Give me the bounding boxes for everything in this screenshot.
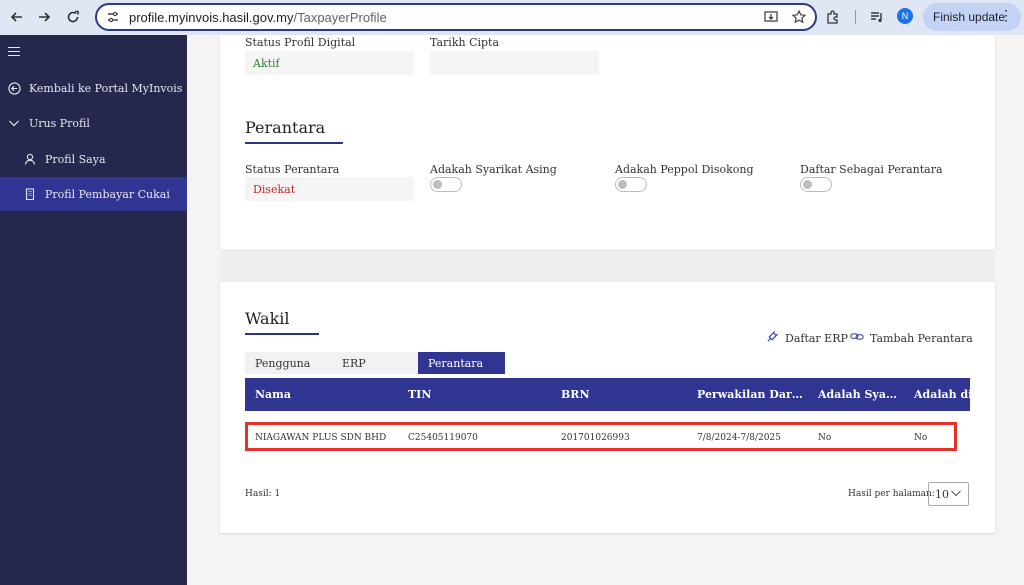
back-icon[interactable] bbox=[6, 6, 28, 28]
sidebar-item-label: Profil Saya bbox=[45, 152, 106, 166]
browser-toolbar: profile.myinvois.hasil.gov.my/TaxpayerPr… bbox=[0, 0, 1024, 35]
daftar-erp-button[interactable]: Daftar ERP bbox=[766, 330, 848, 346]
building-icon bbox=[23, 187, 37, 201]
hamburger-menu-icon[interactable] bbox=[8, 47, 20, 59]
cell-nama: NIAGAWAN PLUS SDN BHD bbox=[255, 433, 387, 443]
foreign-company-toggle[interactable] bbox=[430, 177, 462, 192]
tab-label: Pengguna bbox=[255, 356, 311, 370]
sidebar-item-urus-profil[interactable]: Urus Profil bbox=[0, 106, 187, 140]
wakil-tabs: Pengguna ERP Perantara bbox=[245, 352, 505, 374]
perantara-status-value: Disekat bbox=[245, 177, 414, 201]
finish-update-button[interactable]: Finish update ⋮ bbox=[923, 3, 1021, 31]
column-header-syarikat-asing[interactable]: Adalah Syari… bbox=[818, 388, 898, 401]
sidebar-item-profil-pembayar-cukai[interactable]: Profil Pembayar Cukai bbox=[0, 177, 187, 211]
peppol-supported-label: Adakah Peppol Disokong bbox=[615, 163, 754, 176]
arrow-left-circle-icon bbox=[7, 81, 21, 95]
column-header-tin[interactable]: TIN bbox=[408, 388, 548, 401]
register-intermediary-toggle[interactable] bbox=[800, 177, 832, 192]
cell-disokong: No bbox=[914, 433, 928, 443]
toolbar-divider bbox=[855, 10, 856, 24]
profile-avatar[interactable]: N bbox=[897, 8, 913, 24]
tab-label: Perantara bbox=[428, 356, 484, 370]
link-icon bbox=[850, 330, 864, 346]
tambah-perantara-label: Tambah Perantara bbox=[870, 331, 973, 345]
daftar-erp-label: Daftar ERP bbox=[785, 331, 848, 345]
column-header-brn[interactable]: BRN bbox=[561, 388, 691, 401]
plug-icon bbox=[766, 330, 779, 346]
user-icon bbox=[23, 152, 37, 166]
wakil-card: Wakil Daftar ERP Tambah Perantara Penggu… bbox=[220, 282, 995, 533]
sidebar-item-profil-saya[interactable]: Profil Saya bbox=[0, 142, 187, 176]
per-page-select[interactable]: 10 bbox=[928, 482, 969, 506]
sidebar-item-back-portal[interactable]: Kembali ke Portal MyInvois bbox=[0, 71, 187, 105]
result-count: Hasil: 1 bbox=[245, 489, 281, 499]
chevron-down-icon bbox=[7, 116, 21, 130]
url-host: profile.myinvois.hasil.gov.my bbox=[129, 9, 294, 25]
sidebar: Kembali ke Portal MyInvois Urus Profil P… bbox=[0, 35, 187, 585]
sidebar-item-label: Kembali ke Portal MyInvois bbox=[29, 81, 183, 95]
per-page-value: 10 bbox=[935, 487, 949, 501]
forward-icon[interactable] bbox=[33, 6, 55, 28]
tab-pengguna[interactable]: Pengguna bbox=[245, 352, 332, 374]
digital-status-label: Status Profil Digital bbox=[245, 36, 356, 49]
column-header-disokong[interactable]: Adalah disokong bbox=[914, 388, 970, 401]
table-row[interactable]: NIAGAWAN PLUS SDN BHD C25405119070 20170… bbox=[245, 422, 957, 451]
column-header-nama[interactable]: Nama bbox=[255, 388, 395, 401]
cell-syarikat-asing: No bbox=[818, 433, 832, 443]
bookmark-star-icon[interactable] bbox=[791, 9, 807, 30]
table-header: Nama TIN BRN Perwakilan Dari - … Adalah … bbox=[245, 378, 970, 411]
tab-erp[interactable]: ERP bbox=[332, 352, 418, 374]
sidebar-item-label: Profil Pembayar Cukai bbox=[45, 187, 170, 201]
perantara-section-title: Perantara bbox=[245, 118, 326, 137]
install-app-icon[interactable] bbox=[763, 9, 779, 30]
section-underline bbox=[245, 142, 343, 144]
media-controls-icon[interactable] bbox=[866, 6, 888, 28]
tab-label: ERP bbox=[342, 356, 366, 370]
chevron-down-icon bbox=[950, 487, 962, 502]
created-date-value bbox=[430, 51, 599, 75]
perantara-status-label: Status Perantara bbox=[245, 163, 340, 176]
section-underline bbox=[245, 333, 319, 335]
cell-perwakilan: 7/8/2024-7/8/2025 bbox=[697, 433, 781, 443]
cell-tin: C25405119070 bbox=[408, 433, 478, 443]
sidebar-item-label: Urus Profil bbox=[29, 116, 90, 130]
per-page-label: Hasil per halaman: bbox=[848, 489, 935, 499]
section-spacer bbox=[220, 249, 995, 282]
foreign-company-label: Adakah Syarikat Asing bbox=[430, 163, 557, 176]
wakil-section-title: Wakil bbox=[245, 309, 290, 328]
url-path: /TaxpayerProfile bbox=[293, 9, 387, 25]
column-header-perwakilan[interactable]: Perwakilan Dari - … bbox=[697, 388, 803, 401]
site-info-icon[interactable] bbox=[105, 9, 121, 25]
finish-update-label: Finish update bbox=[933, 10, 1006, 24]
peppol-supported-toggle[interactable] bbox=[615, 177, 647, 192]
tab-perantara[interactable]: Perantara bbox=[418, 352, 505, 374]
extensions-icon[interactable] bbox=[822, 6, 844, 28]
more-menu-icon[interactable]: ⋮ bbox=[999, 8, 1013, 22]
register-intermediary-label: Daftar Sebagai Perantara bbox=[800, 163, 943, 176]
digital-status-value: Aktif bbox=[245, 51, 414, 75]
address-bar[interactable]: profile.myinvois.hasil.gov.my/TaxpayerPr… bbox=[95, 3, 817, 31]
cell-brn: 201701026993 bbox=[561, 433, 630, 443]
created-date-label: Tarikh Cipta bbox=[430, 36, 500, 49]
reload-icon[interactable] bbox=[62, 6, 84, 28]
profile-card: Status Profil Digital Aktif Tarikh Cipta… bbox=[220, 35, 995, 249]
tambah-perantara-button[interactable]: Tambah Perantara bbox=[850, 330, 973, 346]
